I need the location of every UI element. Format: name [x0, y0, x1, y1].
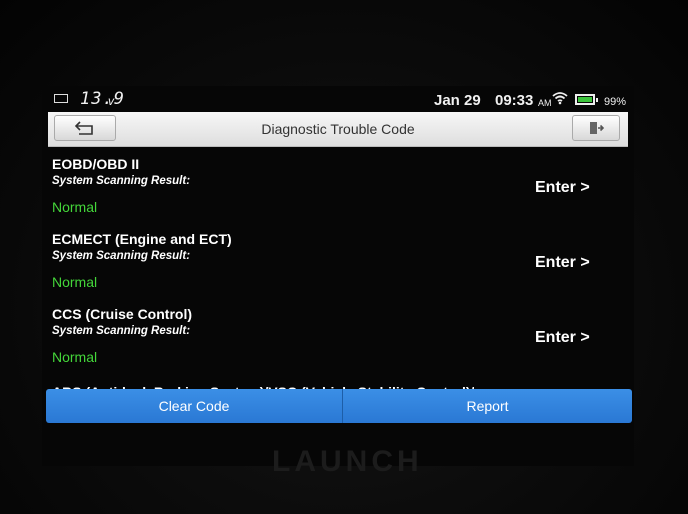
enter-button[interactable]: Enter > [535, 254, 590, 272]
system-result-label: System Scanning Result: [52, 325, 191, 337]
system-result-label: System Scanning Result: [52, 175, 191, 187]
device-frame: 13.9 v Jan 29 09:33 AM 99% Diagnostic Tr… [0, 0, 688, 514]
system-status: Normal [52, 349, 98, 365]
system-list: EOBD/OBD II System Scanning Result: Norm… [42, 146, 634, 392]
page-title: Diagnostic Trouble Code [261, 121, 415, 137]
status-ampm: AM [538, 98, 552, 108]
back-arrow-icon [73, 117, 97, 137]
system-name: ECMECT (Engine and ECT) [52, 231, 232, 247]
screen: 13.9 v Jan 29 09:33 AM 99% Diagnostic Tr… [42, 86, 634, 466]
system-name: CCS (Cruise Control) [52, 306, 192, 322]
list-item[interactable]: EOBD/OBD II System Scanning Result: Norm… [42, 146, 634, 220]
system-name: EOBD/OBD II [52, 156, 140, 172]
brand-logo: LAUNCH [272, 445, 423, 478]
bottom-button-bar: Clear Code Report [46, 389, 632, 423]
battery-icon [575, 94, 598, 105]
voltage-reading: 13.9 [80, 89, 125, 109]
status-date: Jan 29 [434, 92, 481, 109]
status-time: 09:33 [495, 92, 534, 109]
exit-icon [588, 119, 605, 136]
system-status: Normal [52, 199, 98, 215]
clear-code-button[interactable]: Clear Code [46, 389, 342, 423]
list-item[interactable]: CCS (Cruise Control) System Scanning Res… [42, 296, 634, 370]
battery-small-icon [54, 94, 68, 103]
voltage-unit: v [108, 94, 114, 108]
battery-level-fill [578, 97, 592, 102]
title-bar: Diagnostic Trouble Code [48, 112, 628, 147]
exit-button[interactable] [572, 115, 620, 141]
status-bar: 13.9 v Jan 29 09:33 AM 99% [42, 86, 634, 112]
report-button[interactable]: Report [343, 389, 632, 423]
battery-percent: 99% [604, 96, 627, 108]
back-button[interactable] [54, 115, 116, 141]
system-result-label: System Scanning Result: [52, 250, 191, 262]
list-item[interactable]: ECMECT (Engine and ECT) System Scanning … [42, 221, 634, 295]
wifi-icon [552, 91, 568, 109]
enter-button[interactable]: Enter > [535, 329, 590, 347]
enter-button[interactable]: Enter > [535, 179, 590, 197]
system-status: Normal [52, 274, 98, 290]
